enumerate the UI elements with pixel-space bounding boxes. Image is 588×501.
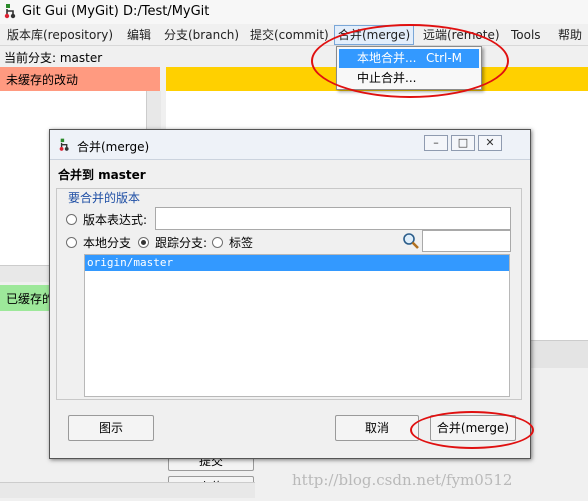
branch-list-item[interactable]: origin/master [85, 255, 509, 271]
expression-input[interactable] [155, 207, 511, 230]
revision-group-title: 要合并的版本 [64, 189, 145, 206]
menu-commit[interactable]: 提交(commit) [250, 27, 329, 43]
watermark: http://blog.csdn.net/fym0512 [292, 471, 513, 489]
expression-label: 版本表达式: [83, 213, 148, 227]
tag-label: 标签 [229, 236, 254, 250]
merge-target-heading: 合并到 master [58, 168, 146, 182]
tracking-branch-label: 跟踪分支: [155, 236, 208, 250]
abort-merge-label: 中止合并... [357, 71, 417, 85]
radio-local-branch[interactable] [66, 237, 77, 248]
menubar: 版本库(repository) 编辑 分支(branch) 提交(commit)… [0, 24, 588, 46]
local-merge-shortcut: Ctrl-M [426, 51, 463, 65]
commit-message-strip [530, 340, 588, 368]
current-branch-label: 当前分支: master [4, 51, 103, 65]
radio-expression[interactable] [66, 214, 77, 225]
menu-repository[interactable]: 版本库(repository) [7, 27, 113, 43]
radio-tracking-branch[interactable] [138, 237, 149, 248]
merge-button[interactable]: 合并(merge) [430, 415, 516, 441]
dialog-title: 合并(merge) [77, 140, 150, 154]
menu-edit[interactable]: 编辑 [127, 27, 151, 43]
branch-filter-input[interactable] [422, 230, 511, 252]
menu-merge[interactable]: 合并(merge) [334, 25, 415, 45]
branch-list[interactable]: origin/master [84, 254, 510, 397]
window-titlebar: Git Gui (MyGit) D:/Test/MyGit [0, 0, 588, 24]
radio-tag[interactable] [212, 237, 223, 248]
close-icon[interactable]: ✕ [478, 135, 502, 151]
dialog-titlebar: 合并(merge) – □ ✕ [50, 130, 530, 160]
window-title: Git Gui (MyGit) D:/Test/MyGit [22, 4, 210, 19]
menu-help[interactable]: 帮助 [558, 27, 582, 43]
git-logo-icon [4, 4, 16, 19]
local-branch-label: 本地分支 [83, 236, 132, 250]
menu-item-abort-merge[interactable]: 中止合并... [339, 69, 479, 88]
merge-dialog: 合并(merge) – □ ✕ 合并到 master 要合并的版本 版本表达式:… [49, 129, 531, 459]
merge-menu-dropdown: 本地合并... Ctrl-M 中止合并... [336, 46, 482, 90]
magnifier-icon[interactable] [402, 232, 420, 250]
maximize-icon[interactable]: □ [451, 135, 475, 151]
menu-tools[interactable]: Tools [511, 27, 541, 43]
unstaged-changes-header: 未缓存的改动 [0, 67, 160, 91]
git-logo-icon [59, 138, 69, 151]
local-merge-label: 本地合并... [357, 51, 417, 65]
bottom-horizontal-scrollbar[interactable] [0, 482, 255, 498]
menu-remote[interactable]: 远端(remote) [423, 27, 500, 43]
cancel-button[interactable]: 取消 [335, 415, 419, 441]
visualize-button[interactable]: 图示 [68, 415, 154, 441]
menu-item-local-merge[interactable]: 本地合并... Ctrl-M [339, 49, 479, 68]
menu-branch[interactable]: 分支(branch) [164, 27, 239, 43]
minimize-icon[interactable]: – [424, 135, 448, 151]
